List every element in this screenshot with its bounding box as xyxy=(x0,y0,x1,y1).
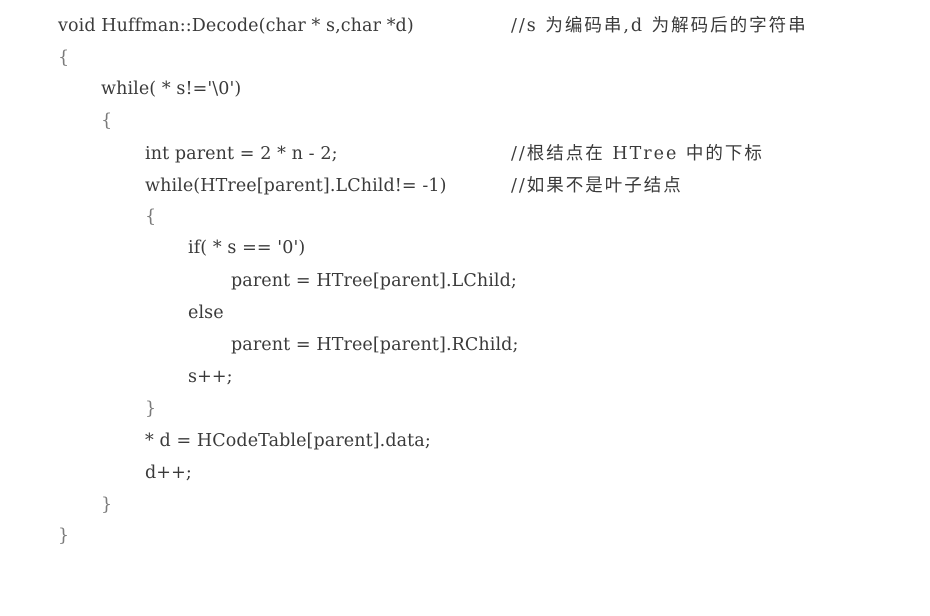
code-text: } xyxy=(101,495,113,515)
code-text: void Huffman::Decode(char * s,char *d) xyxy=(58,16,414,36)
code-text: parent = HTree[parent].LChild; xyxy=(231,271,517,291)
code-comment: //如果不是叶子结点 xyxy=(511,176,683,196)
code-line-5: int parent = 2 * n - 2; //根结点在 HTree 中的下… xyxy=(0,138,762,170)
code-line-1: void Huffman::Decode(char * s,char *d) /… xyxy=(0,10,806,42)
code-line-4: { xyxy=(0,105,112,137)
code-text: * d = HCodeTable[parent].data; xyxy=(145,431,431,451)
code-page: void Huffman::Decode(char * s,char *d) /… xyxy=(0,0,930,553)
code-text: { xyxy=(58,48,70,68)
code-line-7: { xyxy=(0,201,156,233)
code-line-2: { xyxy=(0,42,69,74)
code-text: int parent = 2 * n - 2; xyxy=(145,144,338,164)
code-line-14: * d = HCodeTable[parent].data; xyxy=(0,425,431,457)
code-text: { xyxy=(145,207,157,227)
code-line-13: } xyxy=(0,393,156,425)
code-text: while( * s!='\0') xyxy=(101,79,242,99)
code-text: } xyxy=(58,526,70,546)
code-text: if( * s == '0') xyxy=(188,238,306,258)
code-text: else xyxy=(188,303,224,323)
code-comment: //根结点在 HTree 中的下标 xyxy=(511,144,764,164)
code-line-9: parent = HTree[parent].LChild; xyxy=(0,265,517,297)
code-line-10: else xyxy=(0,297,224,329)
code-text: } xyxy=(145,399,157,419)
code-text: parent = HTree[parent].RChild; xyxy=(231,335,519,355)
code-line-8: if( * s == '0') xyxy=(0,232,305,264)
code-line-11: parent = HTree[parent].RChild; xyxy=(0,329,518,361)
code-text: s++; xyxy=(188,367,233,387)
code-line-16: } xyxy=(0,489,112,521)
code-text: { xyxy=(101,111,113,131)
code-line-17: } xyxy=(0,520,69,552)
code-line-12: s++; xyxy=(0,361,233,393)
code-line-6: while(HTree[parent].LChild!= -1) //如果不是叶… xyxy=(0,170,681,202)
code-text: while(HTree[parent].LChild!= -1) xyxy=(145,176,447,196)
code-text: d++; xyxy=(145,463,192,483)
code-comment: //s 为编码串,d 为解码后的字符串 xyxy=(511,16,808,36)
code-line-15: d++; xyxy=(0,457,192,489)
code-line-3: while( * s!='\0') xyxy=(0,73,241,105)
